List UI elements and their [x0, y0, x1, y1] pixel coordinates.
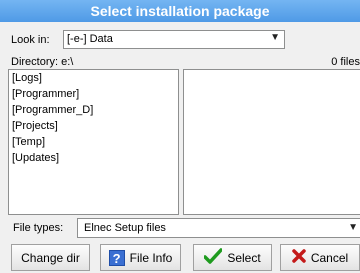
- file-info-button[interactable]: ? File Info: [100, 244, 181, 271]
- select-label: Select: [227, 250, 261, 265]
- look-in-value: [-e-] Data: [67, 33, 113, 45]
- window-title: Select installation package: [0, 0, 360, 22]
- help-icon: ?: [108, 249, 125, 266]
- list-item[interactable]: [Programmer_D]: [9, 102, 178, 118]
- file-list[interactable]: [183, 69, 360, 215]
- close-icon: [292, 249, 306, 266]
- change-dir-button[interactable]: Change dir: [11, 244, 90, 271]
- file-types-value: Elnec Setup files: [84, 222, 166, 234]
- cancel-label: Cancel: [310, 250, 349, 265]
- file-info-label: File Info: [129, 250, 173, 265]
- file-types-dropdown[interactable]: Elnec Setup files ▼: [77, 218, 360, 238]
- cancel-button[interactable]: Cancel: [280, 244, 360, 271]
- change-dir-label: Change dir: [21, 250, 80, 265]
- look-in-dropdown[interactable]: [-e-] Data ▼: [63, 30, 285, 49]
- select-button[interactable]: Select: [193, 244, 272, 271]
- list-item[interactable]: [Programmer]: [9, 86, 178, 102]
- file-count: 0 files: [331, 56, 360, 68]
- chevron-down-icon[interactable]: ▼: [270, 32, 280, 43]
- list-item[interactable]: [Projects]: [9, 118, 178, 134]
- file-types-label: File types:: [13, 222, 64, 234]
- checkmark-icon: [203, 248, 224, 267]
- directory-label: Directory: e:\: [11, 56, 74, 68]
- look-in-label: Look in:: [11, 34, 50, 46]
- chevron-down-icon[interactable]: ▼: [348, 222, 358, 233]
- list-item[interactable]: [Logs]: [9, 70, 178, 86]
- list-item[interactable]: [Updates]: [9, 150, 178, 166]
- list-item[interactable]: [Temp]: [9, 134, 178, 150]
- directory-list[interactable]: [Logs] [Programmer] [Programmer_D] [Proj…: [8, 69, 179, 215]
